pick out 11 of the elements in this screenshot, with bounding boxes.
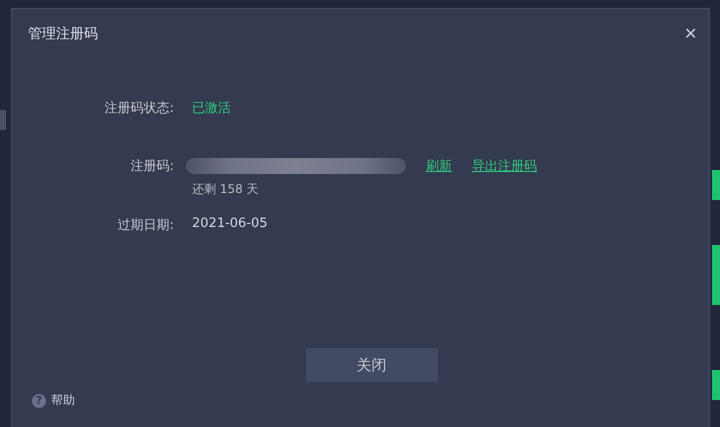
- remaining-days: 还剩 158 天: [192, 181, 259, 198]
- field-label: 过期日期:: [116, 217, 174, 234]
- field-label: 注册码:: [130, 158, 174, 175]
- status-value: 已激活: [192, 100, 231, 117]
- dialog-title: 管理注册码: [28, 25, 98, 43]
- close-button[interactable]: 关闭: [306, 348, 438, 382]
- link[interactable]: 导出注册码: [472, 157, 537, 175]
- expiry-date: 2021-06-05: [192, 216, 268, 231]
- help-link[interactable]: 帮助: [51, 392, 75, 409]
- link[interactable]: 刷新: [426, 157, 452, 175]
- field-label: 注册码状态:: [104, 100, 174, 117]
